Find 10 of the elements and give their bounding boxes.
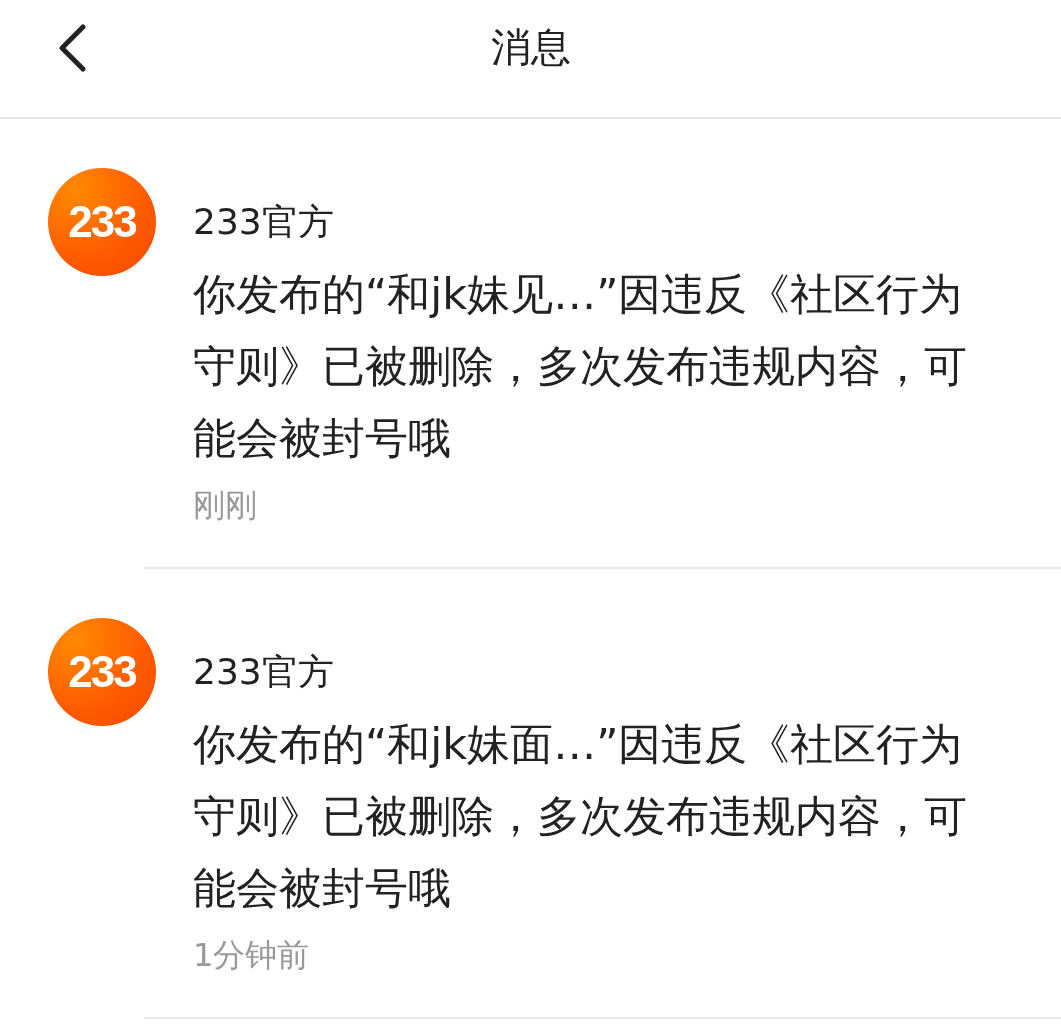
message-text: 你发布的“和jk妹面…”因违反《社区行为守则》已被删除，多次发布违规内容，可能会被封号哦 xyxy=(193,718,968,915)
avatar-logo: 233 xyxy=(48,618,156,726)
message-text: 你发布的“和jk妹见…”因违反《社区行为守则》已被删除，多次发布违规内容，可能会被封号哦 xyxy=(193,268,968,465)
message-time: 刚刚 xyxy=(193,485,257,526)
sender-name: 233官方 xyxy=(193,200,334,244)
sender-name: 233官方 xyxy=(193,650,334,694)
page-title: 消息 xyxy=(490,23,571,72)
back-icon xyxy=(57,24,87,72)
message-time: 1分钟前 xyxy=(193,935,310,976)
avatar-logo: 233 xyxy=(48,168,156,276)
